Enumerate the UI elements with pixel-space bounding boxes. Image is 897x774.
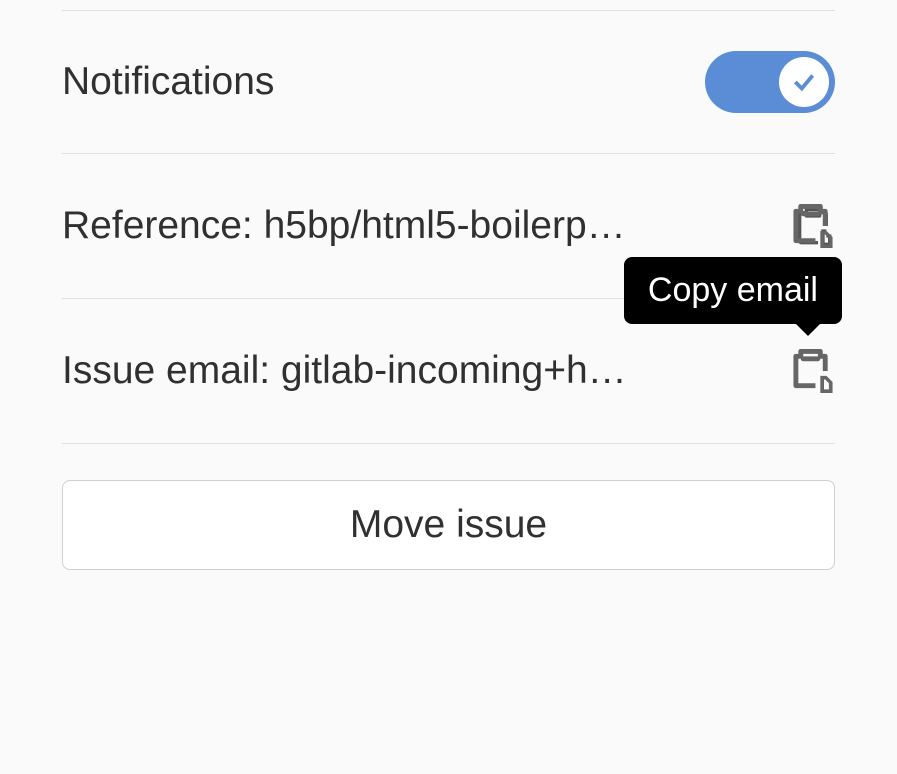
move-issue-button[interactable]: Move issue bbox=[62, 480, 835, 570]
copy-email-tooltip: Copy email bbox=[624, 257, 842, 324]
issue-email-text: Issue email: gitlab-incoming+h… bbox=[62, 349, 791, 393]
reference-text: Reference: h5bp/html5-boilerp… bbox=[62, 204, 791, 248]
checkmark-icon bbox=[791, 69, 817, 95]
notifications-section: Notifications bbox=[62, 10, 835, 154]
copy-reference-button[interactable] bbox=[791, 204, 835, 248]
copy-email-button[interactable]: Copy email bbox=[791, 349, 835, 393]
issue-email-section: Issue email: gitlab-incoming+h… Copy ema… bbox=[62, 299, 835, 444]
move-issue-section: Move issue bbox=[62, 444, 835, 570]
clipboard-icon bbox=[793, 204, 833, 248]
notifications-toggle[interactable] bbox=[705, 51, 835, 113]
toggle-knob bbox=[779, 57, 829, 107]
notifications-label: Notifications bbox=[62, 60, 274, 104]
clipboard-icon bbox=[793, 349, 833, 393]
